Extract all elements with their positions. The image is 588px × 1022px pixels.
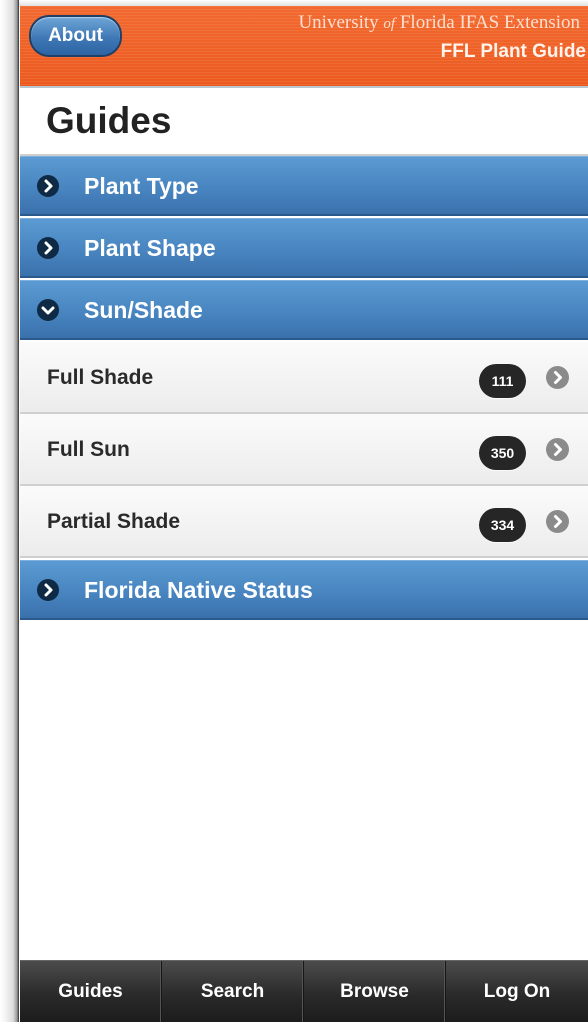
chevron-right-icon — [37, 579, 59, 601]
app-screen: About University of Florida IFAS Extensi… — [20, 6, 588, 1022]
chevron-right-icon — [37, 175, 59, 197]
count-badge: 111 — [479, 364, 526, 398]
list-item-label: Full Sun — [47, 438, 130, 461]
section-florida-native-status[interactable]: Florida Native Status — [20, 560, 588, 620]
section-sun-shade[interactable]: Sun/Shade — [20, 280, 588, 340]
section-label: Plant Shape — [84, 235, 216, 261]
org-name-part1: University — [298, 12, 379, 33]
tab-browse[interactable]: Browse — [304, 961, 446, 1022]
tab-guides[interactable]: Guides — [20, 961, 162, 1022]
section-label: Plant Type — [84, 173, 199, 199]
org-name: University of Florida IFAS Extension — [298, 12, 580, 34]
tab-search[interactable]: Search — [162, 961, 304, 1022]
arrow-right-icon — [546, 366, 569, 389]
list-item-full-shade[interactable]: Full Shade 111 — [20, 342, 588, 414]
org-name-part2: Florida IFAS Extension — [399, 12, 580, 33]
section-label: Florida Native Status — [84, 577, 313, 603]
page-title: Guides — [46, 100, 172, 141]
list-item-partial-shade[interactable]: Partial Shade 334 — [20, 486, 588, 558]
bottom-tab-bar: Guides Search Browse Log On — [20, 960, 588, 1022]
tab-log-on[interactable]: Log On — [446, 961, 588, 1022]
section-plant-type[interactable]: Plant Type — [20, 156, 588, 216]
app-name: FFL Plant Guide — [440, 41, 586, 62]
arrow-right-icon — [546, 510, 569, 533]
device-frame-left — [0, 0, 19, 1022]
section-plant-shape[interactable]: Plant Shape — [20, 218, 588, 278]
about-button[interactable]: About — [29, 15, 122, 57]
org-name-of: of — [383, 16, 396, 32]
header-bar: About University of Florida IFAS Extensi… — [20, 6, 588, 88]
count-badge: 350 — [479, 436, 526, 470]
section-label: Sun/Shade — [84, 297, 203, 323]
list-item-label: Partial Shade — [47, 510, 181, 533]
arrow-right-icon — [546, 438, 569, 461]
list-item-full-sun[interactable]: Full Sun 350 — [20, 414, 588, 486]
chevron-down-icon — [37, 299, 59, 321]
count-badge: 334 — [479, 508, 526, 542]
chevron-right-icon — [37, 237, 59, 259]
list-item-label: Full Shade — [47, 366, 154, 389]
